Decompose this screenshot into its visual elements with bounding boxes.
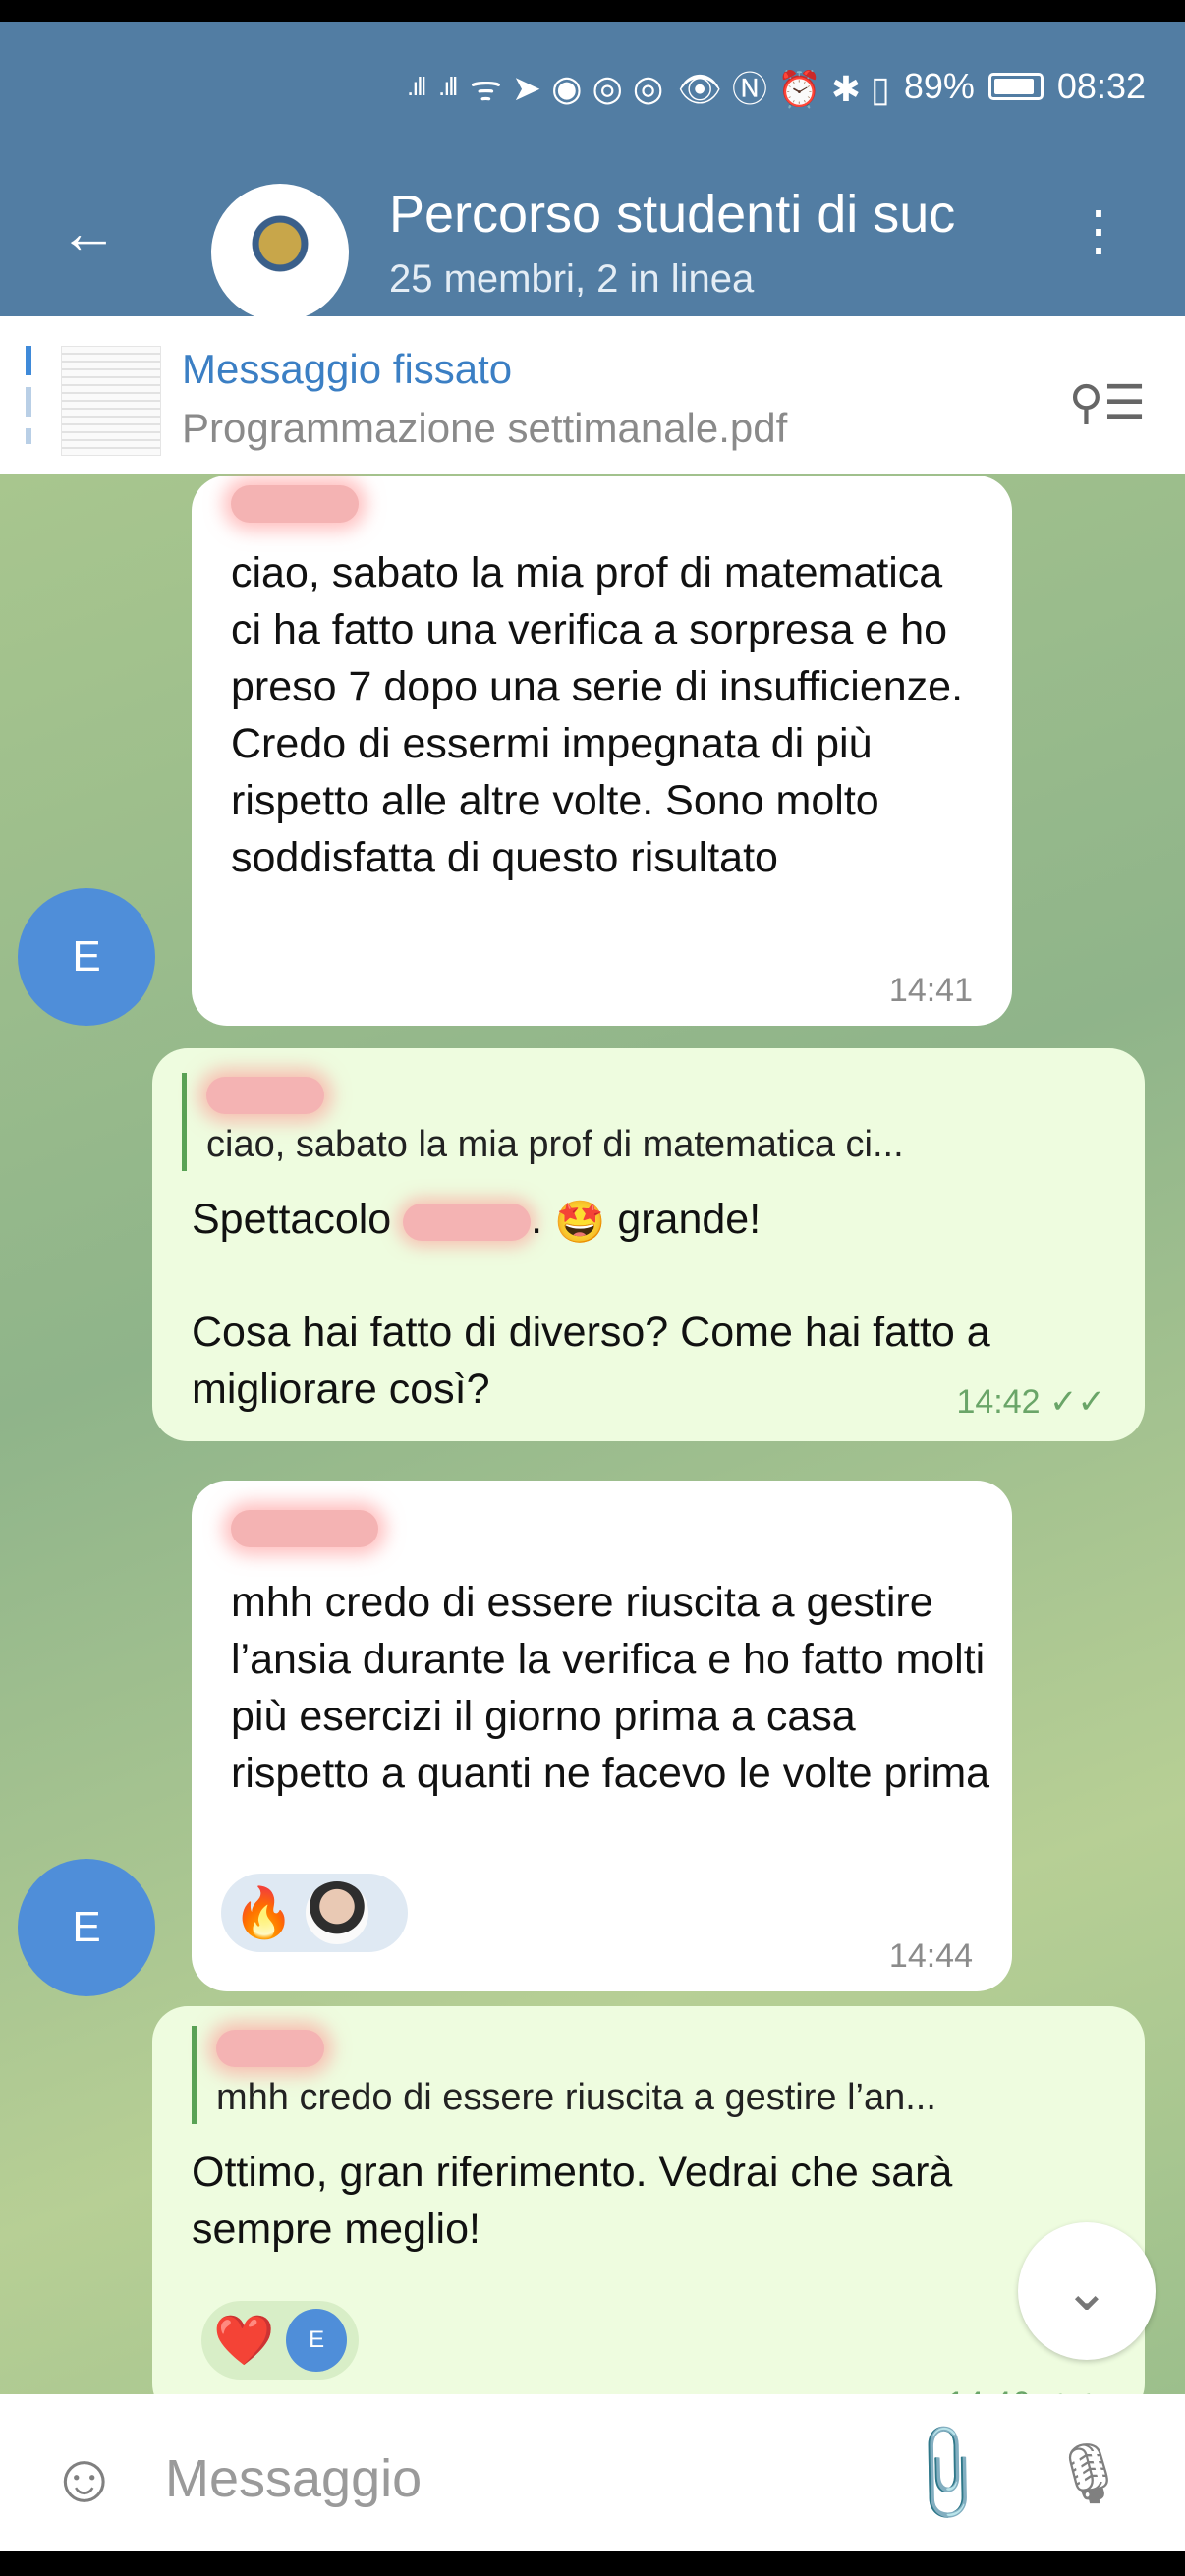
group-avatar[interactable] [211, 184, 349, 321]
message-bubble-incoming[interactable]: ciao, sabato la mia prof di matematica c… [192, 476, 1012, 1026]
reply-text: ciao, sabato la mia prof di matematica c… [206, 1124, 904, 1165]
message-input[interactable]: Messaggio [165, 2448, 422, 2509]
battery-level: 89% [903, 66, 975, 106]
fire-reaction-icon: 🔥 [233, 1885, 295, 1940]
sender-avatar[interactable]: E [18, 1859, 155, 1996]
microphone-icon[interactable]: 🎙 [1051, 2438, 1126, 2508]
clock: 08:32 [1056, 66, 1146, 106]
status-bar: .ıll .ıll ᯤ ➤ ◉ ◎ ◎ 👁 Ⓝ ⏰ ✱ ▯ 89% 08:32 [407, 61, 1146, 112]
message-time: 14:41 [888, 972, 973, 1009]
battery-icon [988, 73, 1044, 100]
reply-sender-redacted [206, 1077, 1105, 1114]
reply-preview[interactable]: mhh credo di essere riuscita a gestire l… [192, 2026, 1105, 2124]
more-menu-icon[interactable]: ⋮ [1071, 203, 1126, 258]
back-arrow-icon[interactable]: ← [59, 198, 118, 266]
message-time: 14:42 ✓✓ [956, 1382, 1105, 1422]
redacted-name [403, 1203, 532, 1241]
pinned-message-bar[interactable]: Messaggio fissato Programmazione settima… [0, 316, 1185, 476]
chat-title[interactable]: Percorso studenti di suc [389, 184, 1028, 245]
nav-bar-edge [0, 2551, 1185, 2576]
sender-avatar[interactable]: E [18, 888, 155, 1026]
message-time: 14:44 [888, 1937, 973, 1975]
read-ticks-icon: ✓✓ [1049, 1383, 1105, 1421]
time-label: 14:42 [956, 1383, 1041, 1421]
reply-sender-redacted [216, 2030, 1105, 2067]
message-time: 14:46 ✓✓ [946, 2384, 1096, 2394]
message-input-bar: ☺ Messaggio 📎 🎙 [0, 2394, 1185, 2551]
group-logo [236, 208, 324, 297]
message-text-part: Spettacolo [192, 1196, 392, 1243]
reply-text: mhh credo di essere riuscita a gestire l… [216, 2077, 936, 2118]
pinned-list-icon[interactable]: ⚲☰ [1069, 375, 1146, 430]
chevron-down-icon: ⌄ [1063, 2260, 1110, 2322]
message-text: Ottimo, gran riferimento. Vedrai che sar… [192, 2149, 953, 2253]
star-struck-emoji: 🤩 [554, 1198, 606, 1245]
time-label: 14:46 [946, 2385, 1030, 2394]
signal-icon: .ıll [407, 71, 426, 101]
message-text-part: . [531, 1196, 543, 1243]
message-bubble-outgoing[interactable]: ciao, sabato la mia prof di matematica c… [152, 1048, 1145, 1441]
sender-name-redacted [231, 1510, 378, 1547]
reactor-avatar: E [286, 2309, 347, 2372]
pinned-file-thumbnail [61, 346, 161, 456]
message-bubble-incoming[interactable]: mhh credo di essere riuscita a gestire l… [192, 1481, 1012, 1991]
reaction-chip[interactable]: 🔥 [221, 1874, 408, 1952]
sender-name-redacted [231, 485, 359, 523]
attach-icon[interactable]: 📎 [887, 2416, 1004, 2533]
message-text-part: grande! [617, 1196, 762, 1243]
reactor-avatar [306, 1881, 369, 1944]
reply-preview[interactable]: ciao, sabato la mia prof di matematica c… [182, 1073, 1105, 1171]
message-text: ciao, sabato la mia prof di matematica c… [231, 549, 964, 881]
pinned-file-name: Programmazione settimanale.pdf [182, 405, 788, 451]
emoji-icon[interactable]: ☺ [49, 2438, 119, 2517]
notification-icons: ᯤ ➤ ◉ ◎ ◎ [470, 67, 664, 108]
reaction-chip[interactable]: ❤️ E [201, 2301, 359, 2380]
chat-subtitle: 25 membri, 2 in linea [389, 257, 755, 301]
message-text-line-1: Spettacolo . 🤩 grande! [192, 1191, 1096, 1251]
signal-icon-2: .ıll [438, 71, 458, 101]
message-text: mhh credo di essere riuscita a gestire l… [231, 1579, 990, 1797]
pinned-indicator [26, 346, 31, 444]
pinned-label: Messaggio fissato [182, 346, 513, 392]
chat-header: .ıll .ıll ᯤ ➤ ◉ ◎ ◎ 👁 Ⓝ ⏰ ✱ ▯ 89% 08:32 … [0, 22, 1185, 321]
system-icons: 👁 Ⓝ ⏰ ✱ ▯ [677, 69, 890, 109]
heart-reaction-icon: ❤️ [213, 2313, 275, 2368]
message-bubble-outgoing[interactable]: mhh credo di essere riuscita a gestire l… [152, 2006, 1145, 2394]
read-ticks-icon: ✓✓ [1040, 2385, 1096, 2394]
message-list[interactable]: ciao, sabato la mia prof di matematica c… [0, 474, 1185, 2394]
scroll-down-button[interactable]: ⌄ [1018, 2222, 1156, 2360]
status-bar-edge [0, 0, 1185, 22]
